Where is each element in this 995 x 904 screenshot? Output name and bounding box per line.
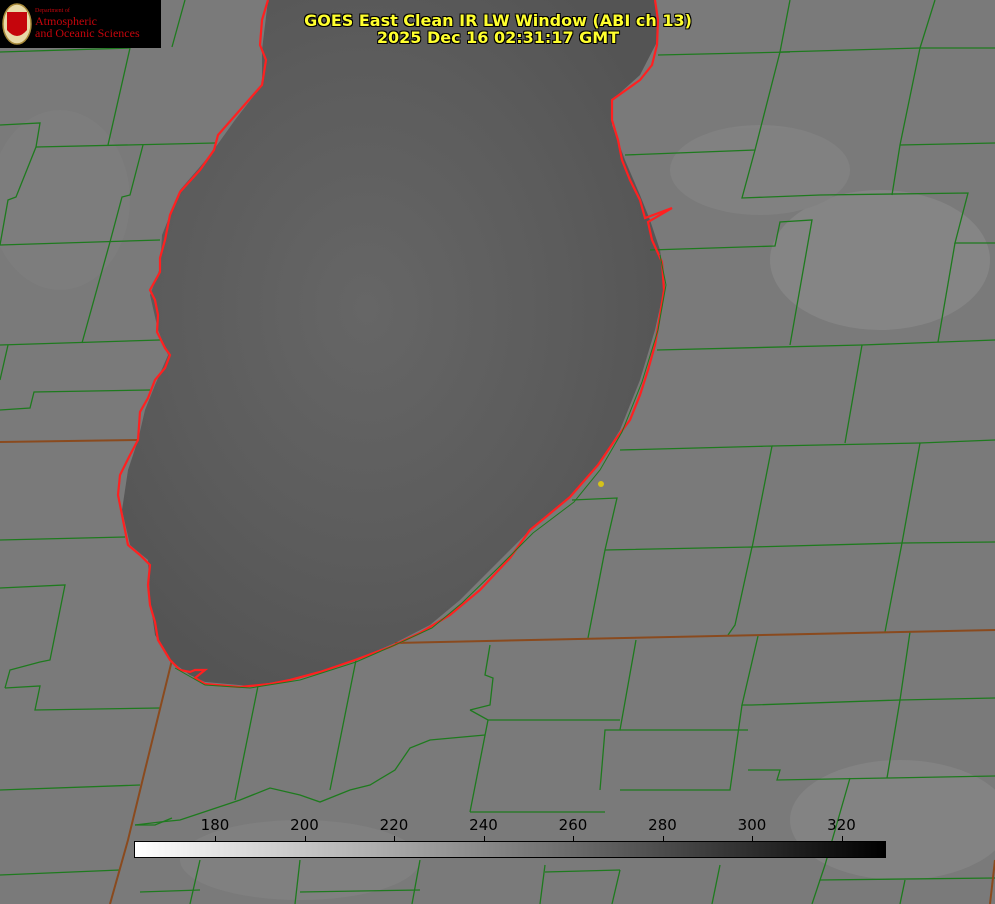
title-line-2: 2025 Dec 16 02:31:17 GMT: [376, 28, 620, 47]
colorbar-tick-320: 320: [827, 816, 856, 834]
colorbar-tick-180: 180: [200, 816, 230, 834]
colorbar-tick-240: 240: [469, 816, 498, 834]
title-line-1: GOES East Clean IR LW Window (ABI ch 13): [304, 11, 692, 30]
temperature-colorbar: [134, 841, 886, 858]
colorbar-tick-260: 260: [558, 816, 588, 834]
location-marker: [598, 481, 604, 487]
colorbar-tick-220: 220: [379, 816, 409, 834]
colorbar-tick-200: 200: [290, 816, 319, 834]
colorbar-tick-300: 300: [737, 816, 767, 834]
aos-logo: Department of Atmospheric and Oceanic Sc…: [0, 0, 161, 48]
uw-crest-icon: [2, 3, 32, 45]
satellite-map: [0, 0, 995, 904]
image-title: GOES East Clean IR LW Window (ABI ch 13)…: [250, 12, 746, 46]
logo-text: Department of Atmospheric and Oceanic Sc…: [35, 8, 140, 39]
logo-line-2: and Oceanic Sciences: [35, 26, 140, 40]
colorbar-tick-280: 280: [648, 816, 677, 834]
